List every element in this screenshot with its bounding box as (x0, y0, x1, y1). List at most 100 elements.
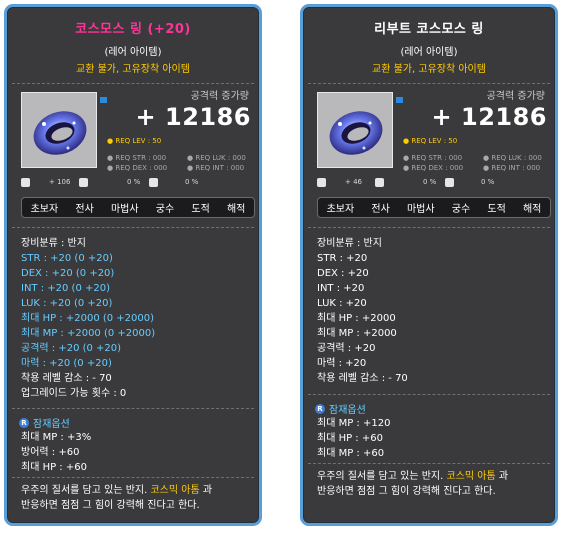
bookmark-flag-icon (396, 97, 403, 103)
stat-list: 장비분류 : 반지 STR : +20 DEX : +20 INT : +20 … (317, 236, 408, 386)
potential-badge-icon: R (19, 417, 29, 428)
req-stats: ● REQ STR : 000 ● REQ LUK : 000 ● REQ DEX… (403, 153, 553, 173)
attack-increase-value: + 12186 (431, 103, 547, 131)
item-description: 우주의 질서를 담고 있는 반지. 코스믹 아톰 과 반응하면 점점 그 힘이 … (21, 483, 257, 513)
item-description: 우주의 질서를 담고 있는 반지. 코스믹 아톰 과 반응하면 점점 그 힘이 … (317, 469, 553, 499)
desc-text: 과 (498, 471, 509, 482)
job-class-bar: 초보자 전사 마법사 궁수 도적 해적 (21, 197, 255, 218)
stat-line: INT : +20 (0 +20) (21, 283, 110, 294)
req-luk: ● REQ LUK : 000 (483, 154, 542, 162)
item-rarity: (레어 아이템) (400, 47, 458, 58)
mini-stats-row: + 106 0 % 0 % (21, 178, 257, 190)
stat-line: LUK : +20 (317, 298, 367, 309)
divider (12, 83, 254, 85)
job-warrior: 전사 (75, 204, 94, 215)
item-tooltip-left: 코스모스 링 (+20) (레어 아이템) 교환 불가, 고유장착 아이템 공격… (4, 4, 262, 526)
desc-highlight: 코스믹 아톰 (446, 471, 496, 482)
item-rarity: (레어 아이템) (104, 47, 162, 58)
potential-list: 최대 MP : +3% 방어력 : +60 최대 HP : +60 (21, 430, 91, 475)
stat-line: 착용 레벨 감소 : - 70 (21, 373, 112, 384)
job-pirate: 해적 (522, 204, 542, 215)
stat-line: DEX : +20 (0 +20) (21, 268, 115, 279)
req-dex: ● REQ DEX : 000 (107, 164, 168, 172)
attack-increase-label: 공격력 증가량 (190, 91, 249, 102)
stat-line: 최대 MP : +2000 (317, 328, 397, 339)
job-warrior: 전사 (371, 204, 390, 215)
potential-badge-icon: R (315, 403, 325, 414)
stat-line: LUK : +20 (0 +20) (21, 298, 113, 309)
upgrade-icon (375, 178, 384, 187)
divider (12, 227, 254, 229)
stat-line: 마력 : +20 (317, 358, 367, 369)
ring-icon-frame (317, 92, 393, 168)
stat-line: STR : +20 (0 +20) (21, 253, 113, 264)
job-archer: 궁수 (451, 204, 471, 215)
mini-stat-b: 0 % (423, 178, 437, 186)
defense-icon (445, 178, 454, 187)
req-level: ● REQ LEV : 50 (107, 137, 162, 145)
req-level: ● REQ LEV : 50 (403, 137, 458, 145)
star-force-icon (21, 178, 30, 187)
desc-text: 반응하면 점점 그 힘이 강력해 진다고 한다. (317, 486, 496, 497)
stat-list: 장비분류 : 반지 STR : +20 (0 +20) DEX : +20 (0… (21, 236, 155, 401)
ring-icon-frame (21, 92, 97, 168)
stat-line: 착용 레벨 감소 : - 70 (317, 373, 408, 384)
job-beginner: 초보자 (326, 204, 355, 215)
req-str: ● REQ STR : 000 (107, 154, 167, 162)
mini-stat-c: 0 % (185, 178, 199, 186)
item-restriction: 교환 불가, 고유장착 아이템 (372, 64, 486, 75)
star-force-icon (317, 178, 326, 187)
stat-line: 공격력 : +20 (317, 343, 376, 354)
potential-list: 최대 MP : +120 최대 HP : +60 최대 MP : +60 (317, 416, 390, 461)
mini-stat-b: 0 % (127, 178, 141, 186)
potential-title: 잠재옵션 (33, 419, 70, 430)
mini-stat-c: 0 % (481, 178, 495, 186)
req-str: ● REQ STR : 000 (403, 154, 463, 162)
stat-line: 공격력 : +20 (0 +20) (21, 343, 122, 354)
desc-text: 과 (202, 485, 213, 496)
item-title: 코스모스 링 (+20) (75, 22, 191, 37)
stat-line: 최대 HP : +2000 (317, 313, 396, 324)
job-magician: 마법사 (406, 204, 435, 215)
stat-line: 마력 : +20 (0 +20) (21, 358, 112, 369)
upgrade-icon (79, 178, 88, 187)
potential-line: 최대 MP : +60 (317, 448, 385, 459)
req-int: ● REQ INT : 000 (187, 164, 245, 172)
potential-line: 방어력 : +60 (21, 447, 80, 458)
desc-text: 우주의 질서를 담고 있는 반지. (317, 471, 444, 482)
cosmos-ring-icon (329, 111, 383, 155)
attack-increase-value: + 12186 (135, 103, 251, 131)
item-title: 리부트 코스모스 링 (374, 22, 484, 37)
potential-line: 최대 HP : +60 (21, 462, 87, 473)
divider (308, 463, 550, 465)
job-class-bar: 초보자 전사 마법사 궁수 도적 해적 (317, 197, 551, 218)
req-luk: ● REQ LUK : 000 (187, 154, 246, 162)
job-thief: 도적 (487, 204, 506, 215)
stat-line: 업그레이드 가능 횟수 : 0 (21, 388, 127, 399)
stat-line: INT : +20 (317, 283, 365, 294)
stat-line: STR : +20 (317, 253, 368, 264)
defense-icon (149, 178, 158, 187)
stat-line: DEX : +20 (317, 268, 369, 279)
potential-header: R 잠재옵션 (19, 415, 70, 430)
job-beginner: 초보자 (30, 204, 59, 215)
job-magician: 마법사 (110, 204, 139, 215)
potential-line: 최대 MP : +3% (21, 432, 92, 443)
mini-stat-a: + 46 (345, 178, 362, 186)
item-restriction: 교환 불가, 고유장착 아이템 (76, 64, 190, 75)
potential-title: 잠재옵션 (329, 405, 366, 416)
divider (308, 83, 550, 85)
cosmos-ring-icon (33, 111, 87, 155)
desc-highlight: 코스믹 아톰 (150, 485, 200, 496)
item-tooltip-right: 리부트 코스모스 링 (레어 아이템) 교환 불가, 고유장착 아이템 공격력 … (300, 4, 558, 526)
stat-line: 최대 HP : +2000 (0 +2000) (21, 313, 155, 324)
job-thief: 도적 (191, 204, 210, 215)
req-int: ● REQ INT : 000 (483, 164, 541, 172)
potential-line: 최대 HP : +60 (317, 433, 383, 444)
mini-stats-row: + 46 0 % 0 % (317, 178, 553, 190)
potential-line: 최대 MP : +120 (317, 418, 391, 429)
divider (12, 408, 254, 410)
req-stats: ● REQ STR : 000 ● REQ LUK : 000 ● REQ DEX… (107, 153, 257, 173)
potential-header: R 잠재옵션 (315, 401, 366, 416)
job-pirate: 해적 (226, 204, 246, 215)
